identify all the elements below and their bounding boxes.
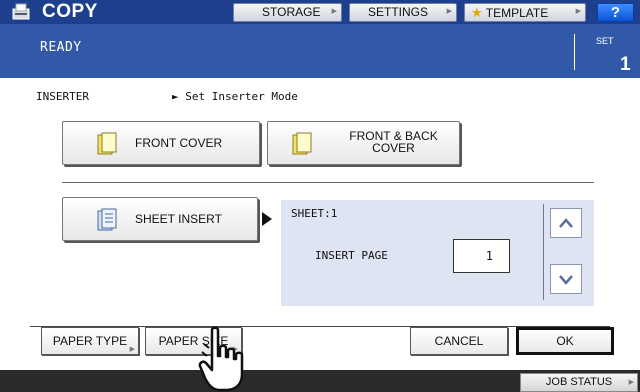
more-arrow-icon: ▶ [331, 8, 337, 15]
section-divider [62, 182, 594, 183]
sheet-insert-button[interactable]: SHEET INSERT [62, 197, 258, 241]
scroll-down-button[interactable] [550, 264, 582, 294]
cancel-button[interactable]: CANCEL [410, 327, 508, 355]
storage-button-label: STORAGE [262, 5, 321, 19]
settings-button-label: SETTINGS [368, 5, 429, 19]
copy-icon [12, 3, 30, 20]
title-bar: COPY STORAGE ▶ SETTINGS ▶ ★ TEMPLATE ▶ ? [0, 0, 640, 24]
document-icon [97, 208, 117, 231]
insert-page-label: INSERT PAGE [315, 249, 388, 262]
star-icon: ★ [471, 5, 483, 20]
set-count: 1 [620, 54, 631, 75]
scroll-up-button[interactable] [550, 208, 582, 238]
paper-type-label: PAPER TYPE [52, 334, 128, 348]
set-label: SET [596, 36, 614, 46]
section-title: INSERTER [36, 90, 89, 103]
more-arrow-icon: ▶ [628, 379, 634, 386]
status-message: READY [40, 40, 82, 55]
template-button[interactable]: ★ TEMPLATE ▶ [464, 3, 586, 22]
front-cover-button[interactable]: FRONT COVER [62, 121, 260, 165]
hand-pointer-icon [198, 326, 244, 392]
template-button-label: TEMPLATE [485, 6, 549, 20]
set-divider [574, 34, 575, 70]
status-bar: READY SET 1 [0, 24, 640, 78]
front-cover-label: FRONT COVER [135, 136, 223, 150]
front-back-cover-label: FRONT & BACK COVER [332, 130, 455, 154]
chevron-down-icon [559, 275, 573, 285]
paper-type-button[interactable]: PAPER TYPE ▶ [41, 327, 139, 355]
sheet-panel: SHEET:1 INSERT PAGE 1 [281, 200, 594, 306]
sheet-insert-label: SHEET INSERT [135, 212, 222, 226]
job-status-label: JOB STATUS [545, 376, 613, 388]
document-icon [292, 132, 312, 155]
help-button[interactable]: ? [597, 3, 634, 22]
more-arrow-icon: ▶ [446, 8, 452, 15]
chevron-up-icon [559, 218, 573, 228]
job-status-button[interactable]: JOB STATUS ▶ [520, 373, 638, 392]
front-back-cover-button[interactable]: FRONT & BACK COVER [267, 121, 460, 165]
app-title: COPY [42, 1, 98, 22]
insert-page-field[interactable]: 1 [453, 239, 510, 273]
section-mode-hint: ► Set Inserter Mode [172, 90, 298, 103]
more-arrow-icon: ▶ [575, 8, 581, 15]
more-arrow-icon: ▶ [129, 346, 135, 353]
ok-button[interactable]: OK [516, 327, 614, 355]
panel-divider [543, 204, 544, 300]
sheet-number: SHEET:1 [291, 207, 338, 220]
front-back-cover-label-line2: COVER [372, 141, 415, 155]
storage-button[interactable]: STORAGE ▶ [233, 3, 342, 22]
settings-button[interactable]: SETTINGS ▶ [349, 3, 457, 22]
document-icon [97, 132, 117, 155]
selection-pointer-icon [262, 212, 272, 226]
